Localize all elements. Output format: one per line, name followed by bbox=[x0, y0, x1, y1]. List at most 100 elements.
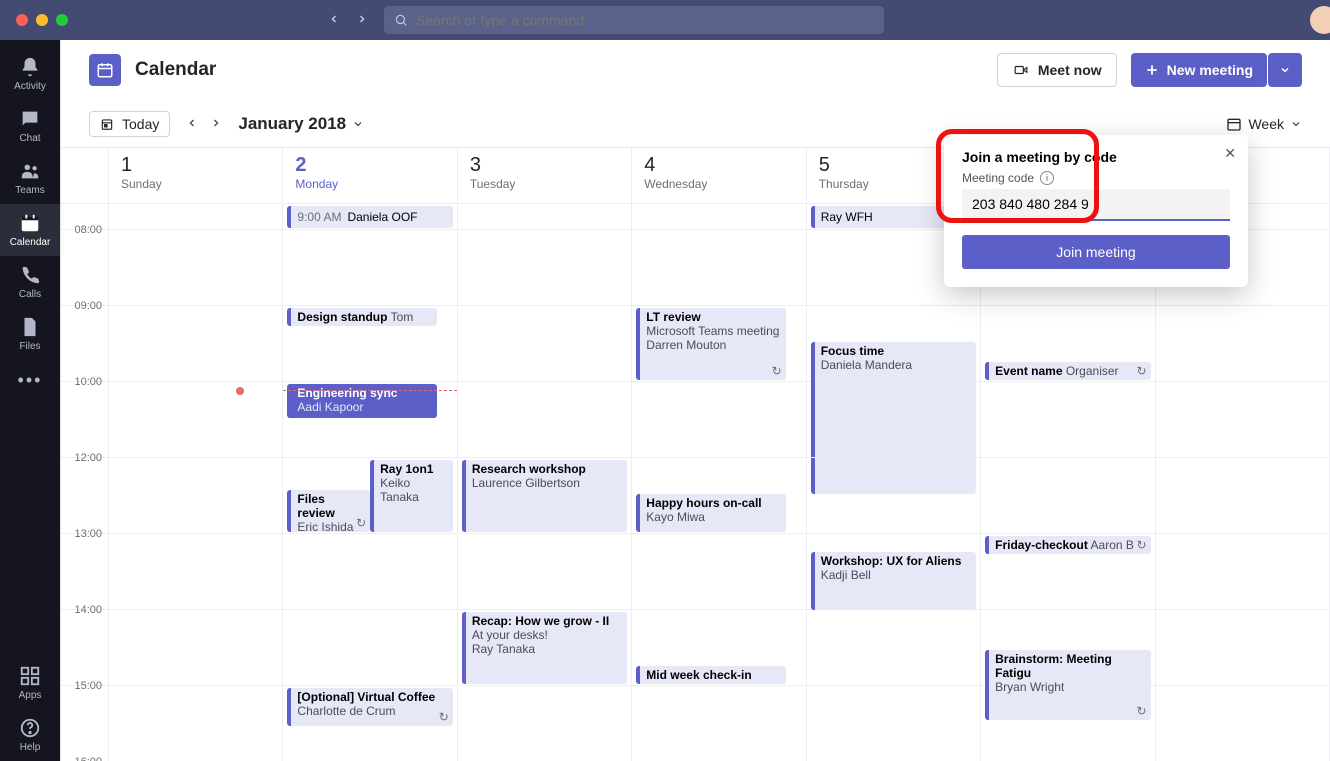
day-name: Monday bbox=[295, 177, 444, 191]
hour-label: 15:00 bbox=[61, 680, 108, 692]
meet-now-button[interactable]: Meet now bbox=[997, 53, 1117, 87]
close-window-icon[interactable] bbox=[16, 14, 28, 26]
calendar-event[interactable]: Mid week check-in Daniela bbox=[636, 666, 785, 684]
rail-teams[interactable]: Teams bbox=[0, 152, 60, 204]
event-subtitle: Daniela Mandera bbox=[821, 358, 970, 372]
back-button[interactable] bbox=[328, 12, 340, 28]
event-title: Mid week check-in bbox=[646, 668, 751, 682]
rail-label: Calendar bbox=[10, 237, 51, 248]
day-name: Wednesday bbox=[644, 177, 793, 191]
calendar-event[interactable]: Ray 1on1Keiko Tanaka bbox=[370, 460, 453, 532]
meet-now-label: Meet now bbox=[1038, 62, 1102, 78]
day-number: 2 bbox=[295, 154, 444, 177]
rail-label: Chat bbox=[19, 133, 40, 144]
join-meeting-button[interactable]: Join meeting bbox=[962, 235, 1230, 269]
day-column-monday[interactable]: 2Monday 9:00 AM Daniela OOF Design standu… bbox=[283, 148, 457, 761]
event-title: Focus time bbox=[821, 344, 970, 358]
calendar-icon bbox=[1226, 116, 1242, 132]
event-subtitle: Laurence Gilbertson bbox=[472, 476, 621, 490]
video-icon bbox=[1012, 63, 1030, 77]
view-switcher[interactable]: Week bbox=[1226, 116, 1302, 132]
calendar-event[interactable]: Workshop: UX for AliensKadji Bell bbox=[811, 552, 976, 610]
close-popover-button[interactable]: ✕ bbox=[1224, 145, 1236, 162]
page-title: Calendar bbox=[135, 59, 216, 81]
rail-apps[interactable]: Apps bbox=[0, 657, 60, 709]
event-subtitle: Ray Tanaka bbox=[472, 642, 621, 656]
maximize-window-icon[interactable] bbox=[56, 14, 68, 26]
day-number: 1 bbox=[121, 154, 270, 177]
minimize-window-icon[interactable] bbox=[36, 14, 48, 26]
new-meeting-label: New meeting bbox=[1167, 62, 1253, 78]
event-subtitle: Kayo Miwa bbox=[646, 510, 779, 524]
calendar-event[interactable]: [Optional] Virtual CoffeeCharlotte de Cr… bbox=[287, 688, 452, 726]
event-title: Engineering sync bbox=[297, 386, 430, 400]
calendar-event[interactable]: Happy hours on-callKayo Miwa bbox=[636, 494, 785, 532]
calendar-event[interactable]: Recap: How we grow - IIAt your desks!Ray… bbox=[462, 612, 627, 684]
chevron-down-icon bbox=[1290, 118, 1302, 130]
chevron-down-icon bbox=[1279, 64, 1291, 76]
event-subtitle: Charlotte de Crum bbox=[297, 704, 446, 718]
apps-icon bbox=[19, 665, 41, 687]
file-icon bbox=[19, 316, 41, 338]
event-title: Recap: How we grow - II bbox=[472, 614, 621, 628]
month-picker[interactable]: January 2018 bbox=[238, 114, 364, 134]
event-subtitle: Kadji Bell bbox=[821, 568, 970, 582]
new-meeting-button[interactable]: New meeting bbox=[1131, 53, 1267, 87]
event-time: 9:00 AM bbox=[297, 210, 341, 224]
rail-calls[interactable]: Calls bbox=[0, 256, 60, 308]
popover-title: Join a meeting by code bbox=[962, 149, 1230, 165]
calendar-event[interactable]: Files reviewEric Ishida↻ bbox=[287, 490, 370, 532]
event-title: Ray 1on1 bbox=[380, 462, 447, 476]
allday-event[interactable]: 9:00 AM Daniela OOF bbox=[287, 206, 452, 228]
rail-calendar[interactable]: Calendar bbox=[0, 204, 60, 256]
new-meeting-dropdown[interactable] bbox=[1268, 53, 1302, 87]
profile-avatar[interactable] bbox=[1310, 6, 1330, 34]
calendar-event[interactable]: LT reviewMicrosoft Teams meetingDarren M… bbox=[636, 308, 785, 380]
next-period-button[interactable] bbox=[210, 116, 222, 132]
calendar-icon bbox=[19, 212, 41, 234]
rail-files[interactable]: Files bbox=[0, 308, 60, 360]
event-title: Event name bbox=[995, 364, 1062, 378]
search-icon bbox=[394, 13, 408, 27]
today-icon bbox=[100, 117, 114, 131]
history-nav bbox=[328, 12, 368, 28]
window-controls bbox=[16, 14, 68, 26]
recurring-icon: ↻ bbox=[439, 710, 449, 724]
rail-help[interactable]: Help bbox=[0, 709, 60, 761]
day-column-wednesday[interactable]: 4Wednesday LT reviewMicrosoft Teams meet… bbox=[632, 148, 806, 761]
rail-label: Files bbox=[19, 341, 40, 352]
event-title: Daniela OOF bbox=[347, 210, 417, 224]
left-rail: Activity Chat Teams Calendar Calls Files… bbox=[0, 40, 60, 761]
plus-icon bbox=[1145, 63, 1159, 77]
hour-label: 08:00 bbox=[61, 224, 108, 236]
today-button[interactable]: Today bbox=[89, 111, 170, 137]
calendar-event[interactable]: Design standup Tom bbox=[287, 308, 436, 326]
event-title: Workshop: UX for Aliens bbox=[821, 554, 970, 568]
event-title: Friday-checkout bbox=[995, 538, 1088, 552]
calendar-event[interactable]: Research workshopLaurence Gilbertson bbox=[462, 460, 627, 532]
info-icon[interactable]: i bbox=[1040, 171, 1054, 185]
current-time-indicator bbox=[283, 390, 456, 391]
rail-chat[interactable]: Chat bbox=[0, 100, 60, 152]
forward-button[interactable] bbox=[356, 12, 368, 28]
event-subtitle: Daniela bbox=[646, 682, 687, 684]
search-bar[interactable] bbox=[384, 6, 884, 34]
chevron-down-icon bbox=[352, 118, 364, 130]
day-column-tuesday[interactable]: 3Tuesday Research workshopLaurence Gilbe… bbox=[458, 148, 632, 761]
calendar-event[interactable]: Friday-checkout Aaron B↻ bbox=[985, 536, 1150, 554]
day-column-sunday[interactable]: 1Sunday bbox=[109, 148, 283, 761]
rail-activity[interactable]: Activity bbox=[0, 48, 60, 100]
view-label: Week bbox=[1248, 116, 1284, 132]
event-subtitle: Microsoft Teams meeting bbox=[646, 324, 779, 338]
prev-period-button[interactable] bbox=[186, 116, 198, 132]
day-number: 3 bbox=[470, 154, 619, 177]
search-input[interactable] bbox=[416, 12, 874, 28]
recurring-icon: ↻ bbox=[1137, 364, 1147, 378]
rail-label: Help bbox=[20, 742, 41, 753]
event-title: LT review bbox=[646, 310, 779, 324]
calendar-event[interactable]: Event name Organiser name↻ bbox=[985, 362, 1150, 380]
recurring-icon: ↻ bbox=[356, 516, 366, 530]
event-title: [Optional] Virtual Coffee bbox=[297, 690, 446, 704]
rail-more[interactable]: ••• bbox=[18, 360, 43, 400]
meeting-code-input[interactable] bbox=[962, 189, 1230, 221]
